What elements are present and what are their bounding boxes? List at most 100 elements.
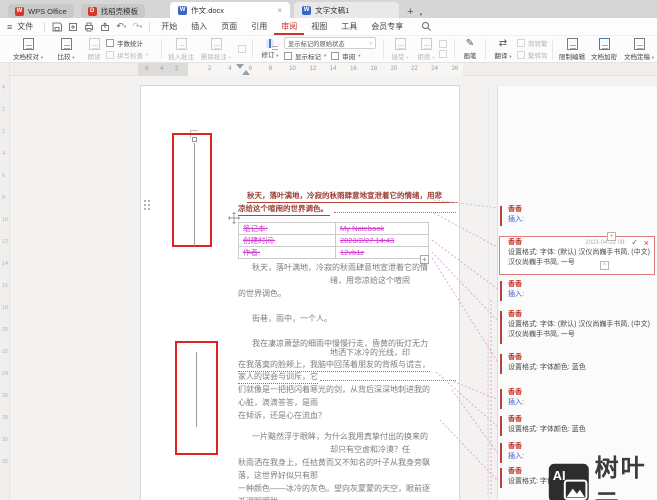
bubble-text: 插入: xyxy=(508,291,524,298)
bubble-author: 香香 xyxy=(508,281,522,288)
ruler-number: 16 xyxy=(350,66,357,72)
bubble-text: 设置格式: 字体: (默认) 汉仪尚巍手书简, (中文) 汉仪尚巍手书简, 一号 xyxy=(508,249,650,266)
tab-docer-templates[interactable]: D 找稻壳模板 xyxy=(80,4,146,18)
export-icon[interactable] xyxy=(67,21,79,33)
show-markup-button[interactable]: 显示标记 ▾ xyxy=(284,51,326,61)
revision-bubble[interactable]: 香香设置格式: 字体颜色: 蓝色 xyxy=(500,414,654,440)
translate-button[interactable]: ⇄ 翻译 ▾ xyxy=(489,36,517,62)
ruler-number: 10 xyxy=(2,217,9,223)
table-cell: 笔记本: xyxy=(238,222,336,235)
read-aloud-button[interactable]: 朗读 xyxy=(82,36,106,62)
ruler-number: 20 xyxy=(2,327,9,333)
drag-handle-icon[interactable] xyxy=(144,200,150,210)
menu-item-视图[interactable]: 视图 xyxy=(304,19,334,35)
metadata-table[interactable]: 笔记本: My Notebook 创建时间: 2023/2/27 14:43 作者: 12… xyxy=(238,222,429,259)
undo-icon[interactable]: ↶ ▾ xyxy=(115,21,127,33)
compare-button[interactable]: 比较 ▾ xyxy=(50,36,82,62)
search-icon[interactable] xyxy=(420,21,432,33)
insert-comment-icon xyxy=(175,37,187,50)
restrict-edit-button[interactable]: 限制编辑 xyxy=(556,36,588,62)
accept-button[interactable]: 接受 ▾ xyxy=(387,36,413,62)
track-changes-button[interactable]: 修订 ▾ xyxy=(256,36,284,62)
bubble-text: 插入: xyxy=(508,216,524,223)
window-tab-bar: W WPS Office D 找稻壳模板 W 作文.docx × W 文字文稿1… xyxy=(0,0,657,18)
menu-item-开始[interactable]: 开始 xyxy=(154,19,184,35)
close-icon[interactable]: × xyxy=(277,6,282,15)
menu-item-页面[interactable]: 页面 xyxy=(214,19,244,35)
tab-document-2[interactable]: W 文字文稿1 xyxy=(294,2,400,18)
word-count-button[interactable]: 字数统计 xyxy=(106,38,158,48)
tab-document-active[interactable]: W 作文.docx × xyxy=(170,2,291,18)
ruler-number: 6 xyxy=(2,173,6,179)
shape-selection-handle[interactable] xyxy=(192,137,197,142)
print-icon[interactable] xyxy=(83,21,95,33)
revision-bubble[interactable]: 香香 设置格式: 字体: (默认) 汉仪尚巍手书简, (中文) 汉仪尚巍手书简, … xyxy=(500,309,654,348)
vertical-line-shape-1[interactable] xyxy=(194,143,195,246)
ruler-number: 12 xyxy=(309,66,317,72)
divider xyxy=(454,39,455,59)
revision-bubble[interactable]: 香香插入: xyxy=(500,279,654,305)
writer-doc-icon: W xyxy=(178,5,188,15)
share-icon[interactable] xyxy=(99,21,111,33)
bubble-author: 香香 xyxy=(508,416,522,423)
save-icon[interactable] xyxy=(51,21,63,33)
horizontal-ruler[interactable]: 6 4 2 2 4 6 8 10 12 14 16 18 20 22 24 26 xyxy=(10,63,657,76)
revision-bubble[interactable]: 香香 插入: xyxy=(500,204,654,230)
doc-proof-button[interactable]: 文档校对 ▾ xyxy=(6,36,50,62)
new-tab-icon[interactable]: + xyxy=(407,6,413,18)
document-text-line: 秋雨洒在我身上，任枯黄而又不知名的叶子从我身旁飘 xyxy=(238,458,430,467)
first-line-indent-marker[interactable] xyxy=(236,64,244,69)
revision-dotted-line xyxy=(320,380,456,381)
tab-label: WPS Office xyxy=(28,6,67,16)
bubble-text: 插入: xyxy=(508,399,524,406)
bubble-text: 设置格式: 字体颜色: 蓝色 xyxy=(508,426,586,433)
accept-change-icon[interactable]: ✓ xyxy=(631,238,638,247)
doc-finalize-button[interactable]: 文档定稿 ▾ xyxy=(620,36,657,62)
table-cell: 12vb1z xyxy=(335,246,429,259)
restrict-edit-icon xyxy=(566,37,578,50)
reject-button[interactable]: 拒绝 ▾ xyxy=(413,36,439,62)
menu-item-会员专享[interactable]: 会员专享 xyxy=(364,19,410,35)
revision-bubble[interactable]: 香香 设置格式: 字体颜色: 蓝色 xyxy=(500,352,654,378)
markup-state-dropdown[interactable]: 显示标记的原始状态 ˅ xyxy=(284,37,376,49)
doc-finalize-icon xyxy=(633,37,645,50)
bubble-revision-bar xyxy=(500,281,502,301)
tab-wps-home[interactable]: W WPS Office xyxy=(8,4,74,18)
trad-to-simp-icon xyxy=(517,51,525,59)
redo-icon[interactable]: ↷ ▾ xyxy=(131,21,143,33)
menu-file[interactable]: 文件 xyxy=(15,19,40,35)
menu-item-引用[interactable]: 引用 xyxy=(244,19,274,35)
revision-bubble[interactable]: 香香 插入: xyxy=(500,387,654,413)
document-text-line: 在倾诉，还是心在流血？ xyxy=(238,411,326,420)
revision-pane[interactable]: 香香 插入: 香香 2023-04-22 09: ✓ × + ^ 设置格式: 字体: (默认) … xyxy=(497,85,657,500)
bubble-revision-bar xyxy=(500,416,502,436)
next-comment-button[interactable] xyxy=(235,36,249,62)
tab-label: 文字文稿1 xyxy=(315,5,350,15)
doc-encrypt-button[interactable]: 文档加密 xyxy=(588,36,620,62)
simp-to-trad-button[interactable]: 简转繁 xyxy=(517,38,549,48)
insert-comment-button[interactable]: 插入批注 xyxy=(165,36,197,62)
menu-item-审阅[interactable]: 审阅 xyxy=(274,19,305,35)
show-markup-icon xyxy=(284,52,292,60)
count-spell-group: 字数统计 拼写检查 ▾ xyxy=(106,36,158,62)
revision-bubble[interactable]: 香香 2023-04-22 09: ✓ × + ^ 设置格式: 字体: (默认) 汉仪尚巍手… xyxy=(499,232,655,275)
next-change-icon[interactable] xyxy=(439,50,447,58)
reject-icon xyxy=(420,37,432,50)
menu-item-插入[interactable]: 插入 xyxy=(184,19,214,35)
reject-change-icon[interactable]: × xyxy=(644,238,649,248)
bubble-handle-icon[interactable]: + xyxy=(607,232,616,241)
trad-to-simp-button[interactable]: 繁转简 xyxy=(517,50,549,60)
hamburger-icon[interactable]: ≡ xyxy=(7,22,12,32)
delete-comment-button[interactable]: 删除批注 ▾ xyxy=(197,36,235,62)
document-text-line: 一片黯然浮于眼眸，为什么我用真挚付出的换来的 xyxy=(252,432,428,441)
spell-check-button[interactable]: 拼写检查 ▾ xyxy=(106,50,158,60)
vertical-ruler[interactable]: 4 2 2 4 6 8 10 12 14 16 18 20 22 24 26 28 30 32 xyxy=(0,63,10,500)
document-text-line: 街巷，雨中，一个人。 xyxy=(252,314,332,323)
pen-button[interactable]: ✎ 画笔 xyxy=(458,36,482,62)
reviewers-button[interactable]: 审阅 ▾ xyxy=(331,51,361,61)
tab-label: 找稻壳模板 xyxy=(100,6,139,16)
ruler-number: 8 xyxy=(268,66,273,72)
previous-change-icon[interactable] xyxy=(439,40,447,48)
menu-item-工具[interactable]: 工具 xyxy=(334,19,364,35)
vertical-line-shape-2[interactable] xyxy=(196,352,197,427)
